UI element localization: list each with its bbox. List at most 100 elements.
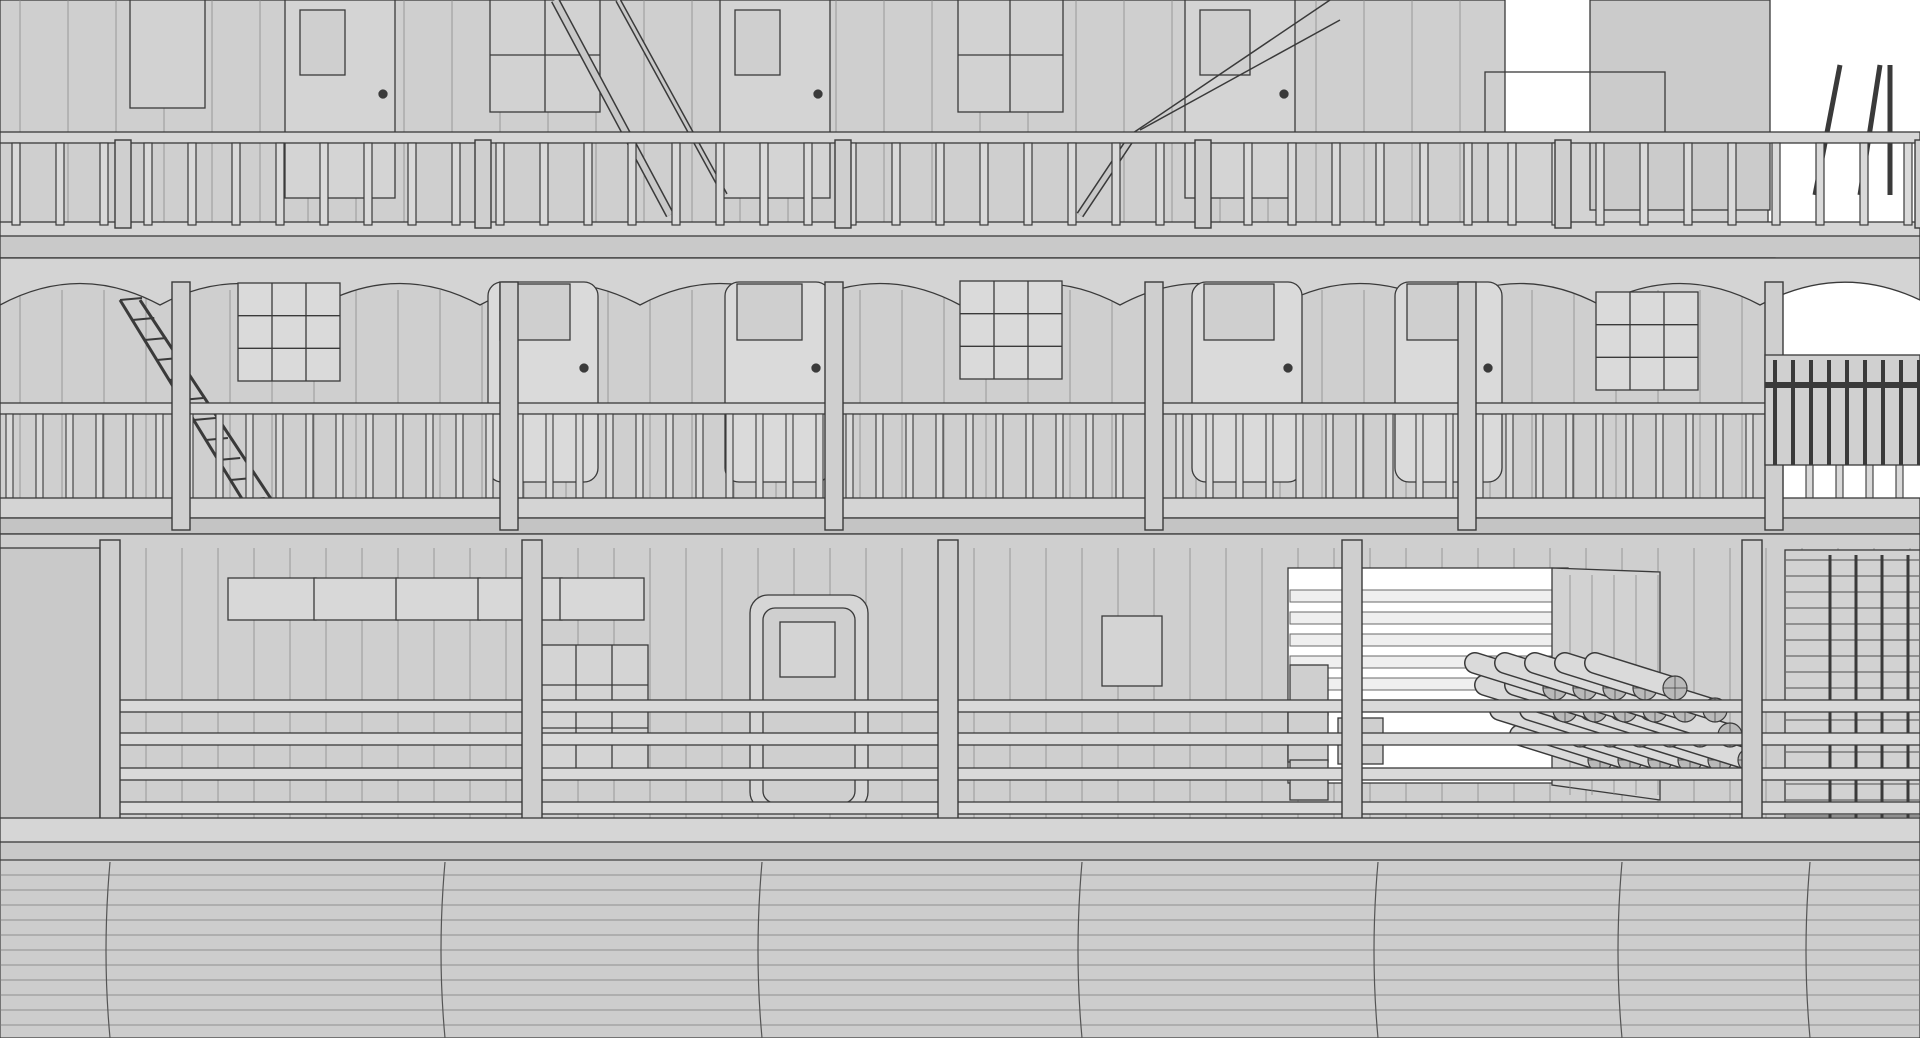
- baluster: [1205, 413, 1214, 499]
- hull-body: [0, 859, 1920, 1038]
- baluster: [1463, 142, 1473, 226]
- upper-post: [1554, 139, 1572, 229]
- main-post: [521, 539, 543, 861]
- transom-windows: [227, 577, 645, 621]
- baluster: [1025, 413, 1034, 499]
- baluster: [1445, 413, 1454, 499]
- baluster: [187, 142, 197, 226]
- upper-post: [1914, 139, 1920, 229]
- baluster: [1175, 413, 1184, 499]
- baluster: [1595, 413, 1604, 499]
- middle-deck-floor: [0, 497, 1920, 519]
- baluster: [1683, 142, 1693, 226]
- main-deck: [0, 533, 1920, 894]
- baluster: [995, 413, 1004, 499]
- baluster: [1815, 142, 1825, 226]
- middle-deck: [0, 257, 1920, 535]
- baluster: [125, 413, 134, 499]
- baluster: [575, 413, 584, 499]
- baluster: [5, 413, 14, 499]
- baluster: [935, 142, 945, 226]
- middle-post: [171, 281, 191, 531]
- baluster: [815, 413, 824, 499]
- baluster: [363, 142, 373, 226]
- baluster: [1715, 413, 1724, 499]
- baluster: [495, 142, 505, 226]
- baluster: [451, 142, 461, 226]
- baluster: [1243, 142, 1253, 226]
- baluster: [455, 413, 464, 499]
- baluster: [759, 142, 769, 226]
- middle-rail-top: [0, 402, 1920, 415]
- baluster: [11, 142, 21, 226]
- baluster: [755, 413, 764, 499]
- baluster: [803, 142, 813, 226]
- baluster: [1505, 413, 1514, 499]
- baluster: [1085, 413, 1094, 499]
- baluster: [1115, 413, 1124, 499]
- middle-window: [237, 282, 341, 382]
- baluster: [635, 413, 644, 499]
- baluster: [965, 413, 974, 499]
- baluster: [1295, 413, 1304, 499]
- upper-post: [1194, 139, 1212, 229]
- baluster: [785, 413, 794, 499]
- baluster: [335, 413, 344, 499]
- baluster: [875, 413, 884, 499]
- baluster: [231, 142, 241, 226]
- baluster: [319, 142, 329, 226]
- stern-stairs: [1784, 549, 1920, 841]
- main-rail: [117, 699, 1920, 713]
- baluster: [935, 413, 944, 499]
- baluster: [1859, 142, 1869, 226]
- baluster: [1745, 413, 1754, 499]
- middle-post: [499, 281, 519, 531]
- baluster: [671, 142, 681, 226]
- baluster: [55, 142, 65, 226]
- baluster: [583, 142, 593, 226]
- main-side-panel: [0, 547, 101, 849]
- baluster: [1385, 413, 1394, 499]
- main-rail: [117, 767, 1920, 781]
- baluster: [1535, 413, 1544, 499]
- upper-post: [474, 139, 492, 229]
- baluster: [143, 142, 153, 226]
- baluster: [845, 413, 854, 499]
- upper-deck: [0, 0, 1920, 259]
- baluster: [407, 142, 417, 226]
- baluster: [1023, 142, 1033, 226]
- upper-post: [114, 139, 132, 229]
- baluster: [605, 413, 614, 499]
- main-post: [937, 539, 959, 861]
- baluster: [1331, 142, 1341, 226]
- upper-door: [284, 0, 396, 199]
- baluster: [1111, 142, 1121, 226]
- baluster: [545, 413, 554, 499]
- baluster: [1055, 413, 1064, 499]
- baluster: [1771, 142, 1781, 226]
- upper-window: [129, 0, 206, 109]
- baluster: [215, 413, 224, 499]
- baluster: [1287, 142, 1297, 226]
- middle-post: [1144, 281, 1164, 531]
- baluster: [35, 413, 44, 499]
- baluster: [305, 413, 314, 499]
- baluster: [979, 142, 989, 226]
- baluster: [65, 413, 74, 499]
- baluster: [275, 413, 284, 499]
- baluster: [1375, 142, 1385, 226]
- baluster: [155, 413, 164, 499]
- baluster: [395, 413, 404, 499]
- baluster: [485, 413, 494, 499]
- middle-window: [959, 280, 1063, 380]
- baluster: [365, 413, 374, 499]
- baluster: [695, 413, 704, 499]
- main-post: [1341, 539, 1363, 861]
- smokestack: [1589, 0, 1771, 211]
- baluster: [1727, 142, 1737, 226]
- baluster: [725, 413, 734, 499]
- baluster: [1595, 142, 1605, 226]
- hull: [0, 859, 1920, 1038]
- baluster: [627, 142, 637, 226]
- baluster: [1507, 142, 1517, 226]
